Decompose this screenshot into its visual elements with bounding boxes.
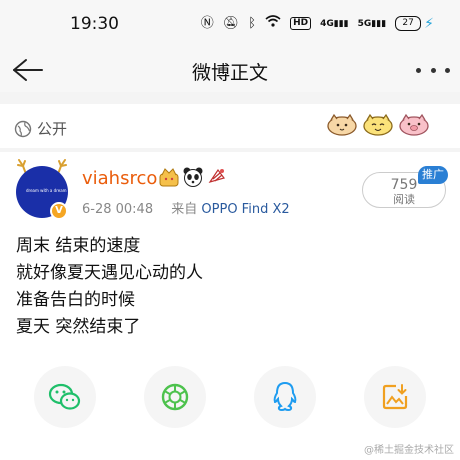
more-dot-icon [445,67,450,73]
share-qq-button[interactable] [254,366,316,428]
crown-badge-icon [159,168,179,187]
bluetooth-icon: ᛒ [248,15,257,31]
wifi-icon [265,15,281,32]
signal-4g-label: 4G [320,18,334,29]
user-badges[interactable] [158,166,228,188]
hd-badge: HD [290,17,312,30]
visibility-row: 公开 [14,118,67,139]
panda-badge-icon [183,167,203,187]
post-meta: 6-28 00:48 来自 OPPO Find X2 [82,198,290,217]
read-label: 阅读 [393,193,415,206]
qq-icon [273,381,297,412]
username[interactable]: viahsrco [82,168,157,189]
status-bar: 19:30 Ⓝ 🔕︎ ᛒ HD 4G▮▮▮ 5G▮▮▮ 27 ⚡︎ [0,0,460,48]
post-line: 夏天 突然结束了 [16,317,141,337]
save-image-icon [382,384,408,410]
gift-badge-icon [208,168,226,184]
avatar[interactable]: dream with a dream with V [14,158,76,220]
post-body: 周末 结束的速度 就好像夏天遇见心动的人 准备告白的时候 夏天 突然结束了 [16,233,203,341]
yellow-cat-sticker-icon [363,113,393,136]
post-line: 就好像夏天遇见心动的人 [16,263,203,283]
promote-badge[interactable]: 推广 [418,166,448,184]
post-date: 6-28 00:48 [82,202,154,217]
share-row [0,366,460,430]
battery-icon: 27 [395,16,422,31]
pink-pig-sticker-icon [399,113,429,136]
nav-bar: 微博正文 [0,48,460,92]
more-dot-icon [430,67,436,73]
status-icons: Ⓝ 🔕︎ ᛒ HD 4G▮▮▮ 5G▮▮▮ 27 ⚡︎ [201,15,434,32]
moments-icon [161,383,189,411]
share-moments-button[interactable] [144,366,206,428]
post-line: 准备告白的时候 [16,290,135,310]
more-options-button[interactable] [416,62,450,78]
save-image-button[interactable] [364,366,426,428]
mute-bell-icon: 🔕︎ [222,15,240,31]
more-dot-icon [416,67,421,73]
signal-4g-icon: 4G▮▮▮ [320,18,349,29]
nfc-icon: Ⓝ [200,15,214,31]
verified-badge-icon: V [50,202,68,220]
source-prefix: 来自 [171,202,198,217]
divider [0,148,460,152]
avatar-caption: dream with a dream with [26,188,77,193]
globe-icon [14,120,32,137]
wechat-icon [48,383,81,410]
signal-5g-label: 5G [357,18,372,29]
page-title: 微博正文 [191,62,268,84]
charging-icon: ⚡︎ [424,15,434,32]
share-wechat-button[interactable] [34,366,96,428]
reaction-stickers[interactable] [326,112,430,136]
watermark: @稀土掘金技术社区 [364,445,454,456]
signal-5g-icon: 5G▮▮▮ [357,18,387,29]
post-line: 周末 结束的速度 [16,236,141,256]
cat-sticker-icon [327,113,357,136]
visibility-label: 公开 [37,120,68,138]
status-time: 19:30 [70,14,119,34]
section-gap [0,92,460,104]
source-link[interactable]: OPPO Find X2 [201,202,289,217]
